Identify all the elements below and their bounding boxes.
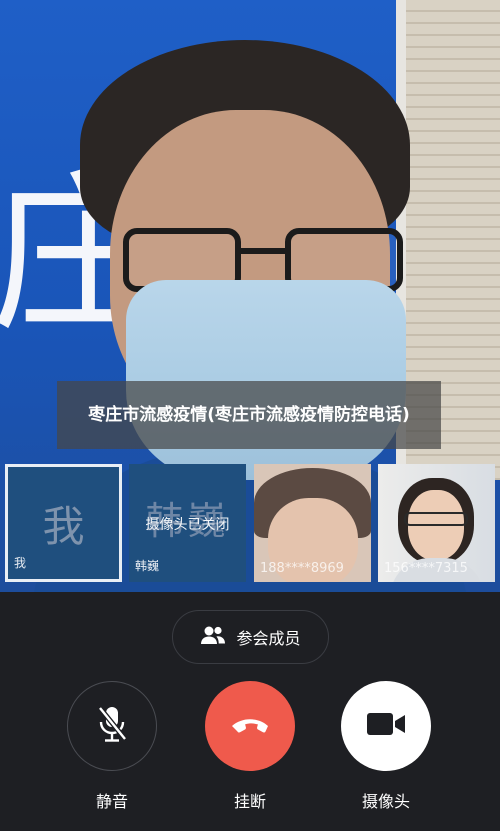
mute-label: 静音 — [95, 792, 128, 811]
participant-tile-self[interactable]: 我 我 — [5, 464, 122, 582]
participant-name: 韩巍 — [135, 559, 160, 573]
video-camera-icon — [366, 711, 406, 741]
face-mask — [126, 280, 406, 480]
participant-tile-hanwei[interactable]: 韩巍 摄像头已关闭 韩巍 — [129, 464, 246, 582]
camera-off-status: 摄像头已关闭 — [145, 517, 230, 533]
members-button[interactable]: 参会成员 — [172, 610, 329, 664]
camera-label: 摄像头 — [361, 792, 410, 811]
phone-hangup-icon — [230, 714, 270, 738]
participant-strip: 我 我 韩巍 摄像头已关闭 韩巍 188****8969 156****7315 — [0, 464, 500, 582]
participant-phone: 156****7315 — [384, 561, 468, 576]
avatar: 我 — [42, 502, 85, 551]
hangup-label: 挂断 — [233, 792, 266, 811]
members-label: 参会成员 — [236, 629, 301, 648]
camera-button[interactable] — [341, 681, 431, 771]
participant-phone: 188****8969 — [260, 561, 344, 576]
participant-name: 我 — [14, 556, 27, 570]
participant-tile-phone-2[interactable]: 156****7315 — [378, 464, 495, 582]
people-icon — [200, 625, 226, 649]
hangup-button[interactable] — [205, 681, 295, 771]
headline-text: 枣庄市流感疫情(枣庄市流感疫情防控电话) — [88, 405, 410, 425]
mic-off-icon — [95, 704, 129, 748]
mute-button[interactable] — [67, 681, 157, 771]
participant-tile-phone-1[interactable]: 188****8969 — [254, 464, 371, 582]
headline-caption: 枣庄市流感疫情(枣庄市流感疫情防控电话) — [57, 381, 441, 449]
